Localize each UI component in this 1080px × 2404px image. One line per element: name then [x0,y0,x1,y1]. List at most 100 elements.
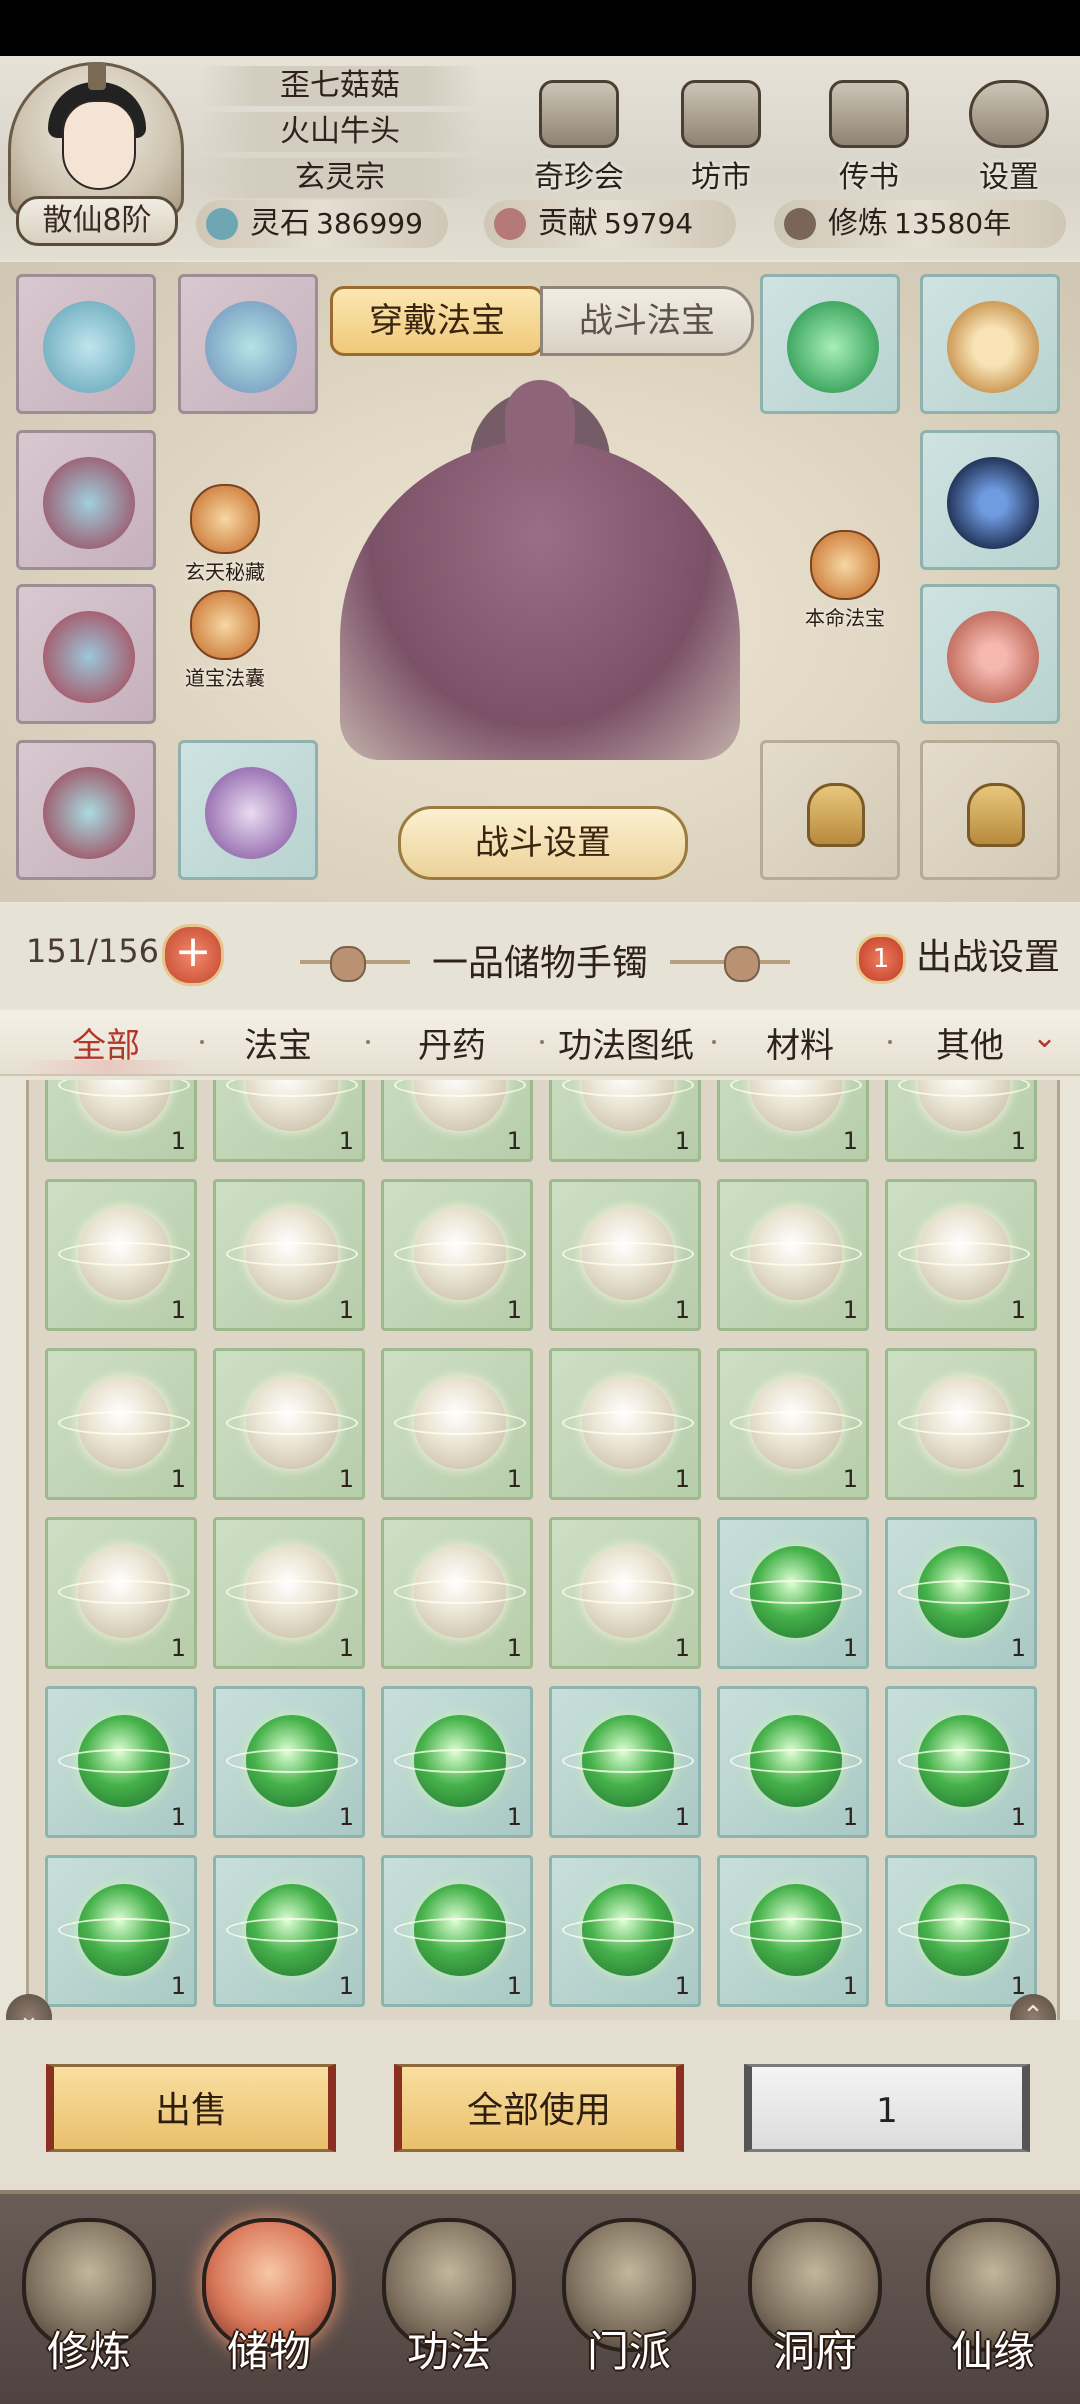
equip-slot-robe[interactable] [16,430,156,570]
equip-slot-ring-jade[interactable] [760,274,900,414]
equip-slot-ring-sapphire[interactable] [920,430,1060,570]
orb-ring [898,1749,1030,1773]
tab-material[interactable]: 材料 [766,1018,834,1067]
nav-letter[interactable]: 传书 [814,80,924,200]
inventory-slot[interactable]: 1 [885,1855,1037,2007]
equip-slot-ring-ruby[interactable] [920,584,1060,724]
nav-label: 储物 [226,2327,311,2376]
nav-treasure-pavilion[interactable]: 奇珍会 [524,80,634,200]
inventory-slot[interactable]: 1 [717,1179,869,1331]
item-count: 1 [842,1634,858,1662]
inventory-slot[interactable]: 1 [549,1348,701,1500]
inventory-slot[interactable]: 1 [45,1080,197,1162]
tab-wear-artifact[interactable]: 穿戴法宝 [330,286,544,356]
nav-technique[interactable]: 功法 [374,2218,524,2388]
inventory-slot[interactable]: 1 [381,1686,533,1838]
boots-icon [205,767,297,859]
tab-battle-artifact[interactable]: 战斗法宝 [540,286,754,356]
inventory-slot[interactable]: 1 [885,1080,1037,1162]
expand-capacity-button[interactable]: + [162,924,224,986]
inventory-slot[interactable]: 1 [45,1348,197,1500]
deploy-settings-button[interactable]: 出战设置 [916,928,1060,980]
inventory-slot[interactable]: 1 [45,1179,197,1331]
inventory-slot[interactable]: 1 [213,1080,365,1162]
item-count: 1 [842,1127,858,1155]
inventory-slot[interactable]: 1 [549,1855,701,2007]
inventory-slot[interactable]: 1 [885,1179,1037,1331]
orb-ring [730,1580,862,1604]
orb-ring [394,1918,526,1942]
equip-slot-gloves[interactable] [16,584,156,724]
inventory-slot[interactable]: 1 [885,1517,1037,1669]
lock-icon [967,783,1025,847]
inventory-slot[interactable]: 1 [381,1080,533,1162]
equip-slot-boots[interactable] [178,740,318,880]
nav-sect[interactable]: 门派 [554,2218,704,2388]
tab-all[interactable]: 全部 [72,1018,140,1067]
inventory-slot[interactable]: 1 [549,1179,701,1331]
equip-slot-ring-gold[interactable] [920,274,1060,414]
orb-ring [58,1918,190,1942]
nav-settings[interactable]: 设置 [954,80,1064,200]
sell-button[interactable]: 出售 [46,2064,336,2152]
equip-slot-locked-2[interactable] [920,740,1060,880]
nav-market[interactable]: 坊市 [666,80,776,200]
tab-pill[interactable]: 丹药 [418,1018,486,1067]
inventory-slot[interactable]: 1 [885,1348,1037,1500]
inventory-slot[interactable]: 1 [381,1179,533,1331]
inventory-grid: 1111111111111111111111111111111111111111… [26,1080,1060,2020]
item-count: 1 [338,1634,354,1662]
xuantian-treasure-button[interactable]: 玄天秘藏 [180,484,270,585]
natal-artifact-button[interactable]: 本命法宝 [800,530,890,631]
tab-artifact[interactable]: 法宝 [244,1018,312,1067]
daobao-bag-button[interactable]: 道宝法囊 [180,590,270,691]
orb-ring [226,1242,358,1266]
orb-ring [226,1918,358,1942]
nav-storage[interactable]: 储物 [194,2218,344,2388]
tab-other[interactable]: 其他 [936,1018,1004,1067]
player-sect: 玄灵宗 [200,158,480,198]
inventory-slot[interactable]: 1 [717,1080,869,1162]
nav-label: 传书 [839,160,899,195]
equip-slot-hairpin[interactable] [178,274,318,414]
letter-scroll-icon [829,80,909,148]
inventory-slot[interactable]: 1 [885,1686,1037,1838]
tab-technique-scroll[interactable]: 功法图纸 [558,1018,694,1067]
nav-label: 功法 [406,2327,491,2376]
inventory-slot[interactable]: 1 [549,1686,701,1838]
battle-settings-button[interactable]: 战斗设置 [398,806,688,880]
use-all-button[interactable]: 全部使用 [394,2064,684,2152]
divider-dot [712,1040,716,1044]
equip-slot-necklace[interactable] [16,274,156,414]
equip-slot-locked-1[interactable] [760,740,900,880]
inventory-slot[interactable]: 1 [45,1517,197,1669]
item-count: 1 [842,1296,858,1324]
nav-label: 设置 [979,160,1039,195]
quantity-input[interactable]: 1 [744,2064,1030,2152]
inventory-slot[interactable]: 1 [213,1348,365,1500]
inventory-slot[interactable]: 1 [717,1517,869,1669]
inventory-slot[interactable]: 1 [717,1686,869,1838]
inventory-slot[interactable]: 1 [549,1517,701,1669]
nav-immortal-fate[interactable]: 仙缘 [918,2218,1068,2388]
inventory-slot[interactable]: 1 [381,1855,533,2007]
orb-ring [730,1242,862,1266]
inventory-slot[interactable]: 1 [717,1348,869,1500]
inventory-slot[interactable]: 1 [45,1686,197,1838]
inventory-slot[interactable]: 1 [381,1348,533,1500]
nav-cave[interactable]: 洞府 [740,2218,890,2388]
item-count: 1 [674,1296,690,1324]
inventory-slot[interactable]: 1 [213,1179,365,1331]
nav-cultivation[interactable]: 修炼 [14,2218,164,2388]
inventory-slot[interactable]: 1 [213,1855,365,2007]
inventory-slot[interactable]: 1 [213,1517,365,1669]
orb-ring [898,1411,1030,1435]
equip-slot-pants[interactable] [16,740,156,880]
inventory-slot[interactable]: 1 [213,1686,365,1838]
inventory-slot[interactable]: 1 [717,1855,869,2007]
chevron-down-icon[interactable]: ⌄ [1032,1020,1068,1056]
inventory-slot[interactable]: 1 [549,1080,701,1162]
orb-ring [562,1242,694,1266]
inventory-slot[interactable]: 1 [45,1855,197,2007]
inventory-slot[interactable]: 1 [381,1517,533,1669]
